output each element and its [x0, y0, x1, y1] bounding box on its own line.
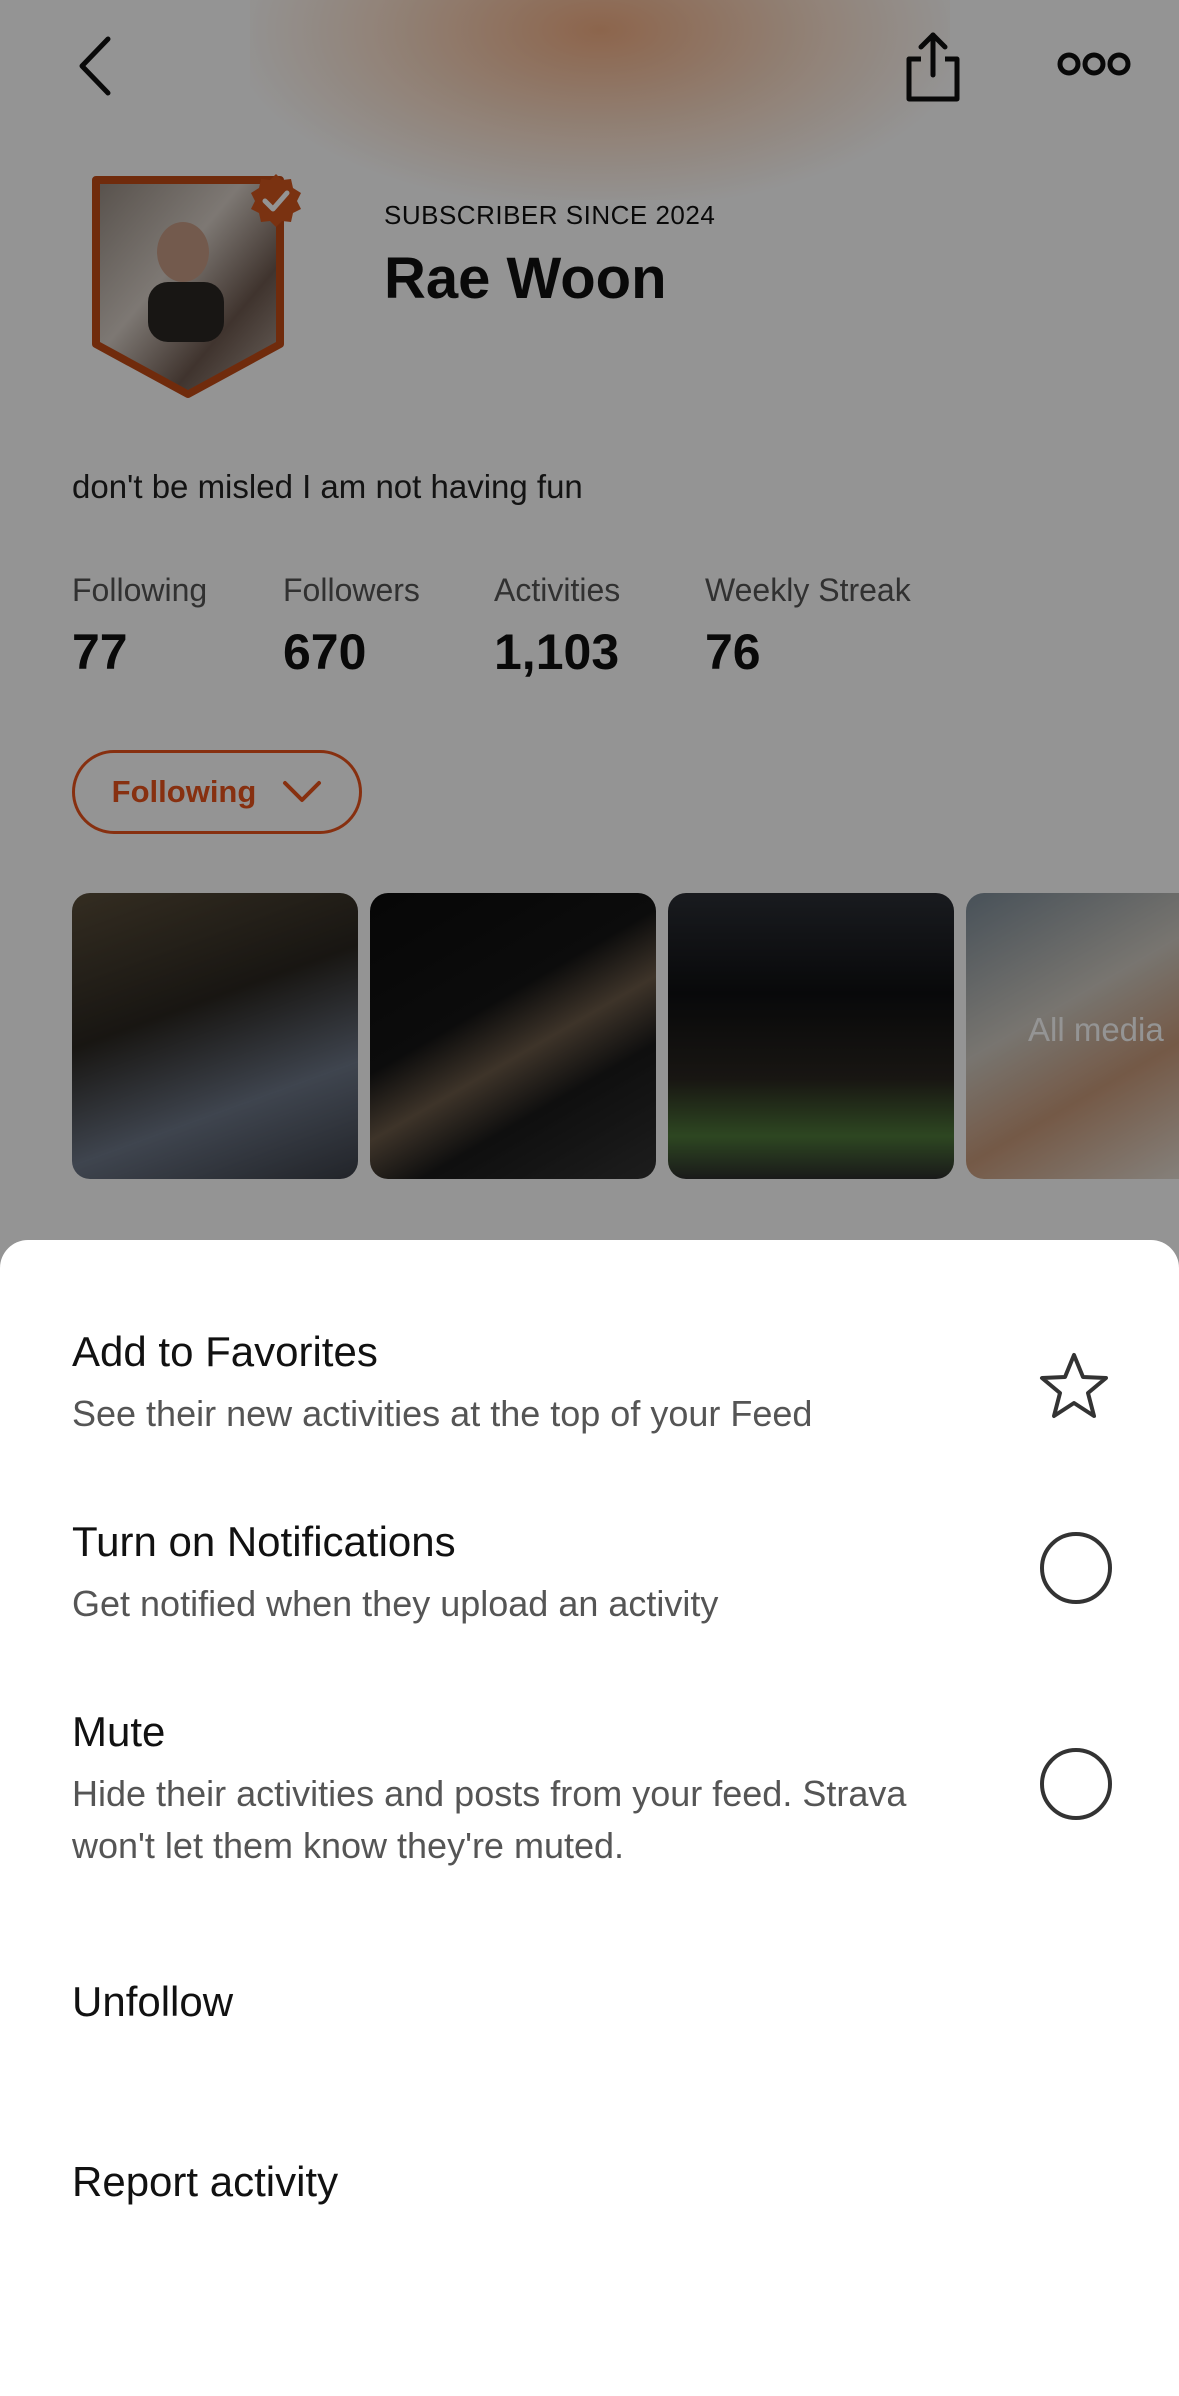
unfollow-option[interactable]: Unfollow: [72, 1978, 1112, 2026]
option-title: Mute: [72, 1708, 166, 1755]
option-title: Turn on Notifications: [72, 1518, 456, 1565]
favorite-toggle[interactable]: [1036, 1348, 1112, 1424]
report-activity-option[interactable]: Report activity: [72, 2158, 1112, 2206]
option-description: See their new activities at the top of y…: [72, 1393, 813, 1434]
turn-on-notifications-option[interactable]: Turn on Notifications Get notified when …: [72, 1518, 1112, 1630]
screen: SUBSCRIBER SINCE 2024 Rae Woon don't be …: [0, 0, 1179, 2396]
radio-circle: [1040, 1748, 1112, 1820]
notifications-radio[interactable]: [1040, 1532, 1112, 1604]
option-description: Hide their activities and posts from you…: [72, 1773, 907, 1866]
radio-circle: [1040, 1532, 1112, 1604]
star-icon: [1040, 1353, 1108, 1418]
add-to-favorites-option[interactable]: Add to Favorites See their new activitie…: [72, 1328, 1112, 1440]
follow-options-sheet: Add to Favorites See their new activitie…: [0, 1240, 1179, 2396]
option-description: Get notified when they upload an activit…: [72, 1583, 719, 1624]
mute-option[interactable]: Mute Hide their activities and posts fro…: [72, 1708, 1112, 1872]
mute-radio[interactable]: [1040, 1748, 1112, 1820]
option-title: Add to Favorites: [72, 1328, 378, 1375]
